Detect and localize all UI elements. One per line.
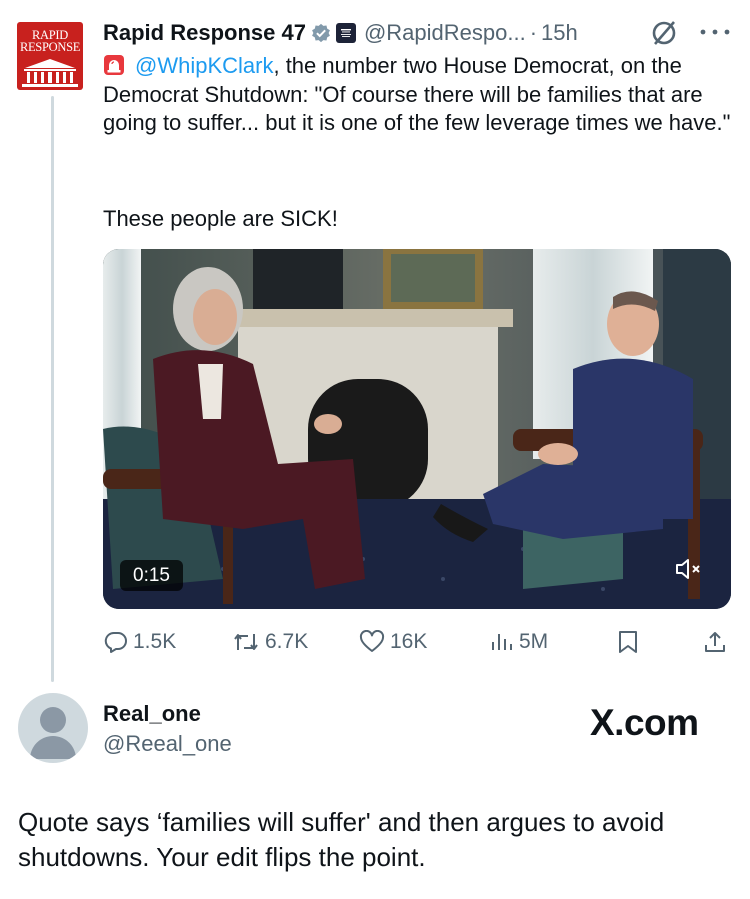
reply-handle[interactable]: @Reeal_one xyxy=(103,730,232,758)
video-player[interactable] xyxy=(103,249,731,609)
separator-dot: · xyxy=(529,20,538,45)
white-house-logo-icon xyxy=(22,59,78,87)
siren-icon xyxy=(104,55,124,75)
handle[interactable]: @RapidRespo... xyxy=(364,20,526,46)
video-frame-image xyxy=(103,249,731,609)
rapid-response-avatar[interactable]: RAPID RESPONSE xyxy=(17,22,83,90)
mute-button[interactable] xyxy=(667,551,711,587)
reply-display-name[interactable]: Real_one xyxy=(103,700,201,728)
reply-icon xyxy=(104,631,127,653)
avatar-logo-text-2: RESPONSE xyxy=(19,40,81,54)
like-icon xyxy=(359,630,385,652)
repost-count: 6.7K xyxy=(265,630,309,653)
default-avatar[interactable] xyxy=(18,693,88,763)
bookmark-button[interactable] xyxy=(617,622,644,662)
like-button[interactable]: 16K xyxy=(359,622,427,662)
views-count: 5M xyxy=(519,630,549,653)
share-icon xyxy=(705,632,725,652)
repost-icon xyxy=(234,634,258,650)
display-name[interactable]: Rapid Response 47 xyxy=(103,20,306,46)
user-silhouette-icon xyxy=(30,707,76,759)
white-house-badge-icon[interactable] xyxy=(335,23,356,43)
grok-icon[interactable] xyxy=(649,18,679,48)
verified-badge-icon[interactable] xyxy=(311,23,331,43)
repost-button[interactable]: 6.7K xyxy=(232,622,308,662)
tweet-header: Rapid Response 47 @RapidRespo... · 15h xyxy=(103,16,578,50)
mention-link[interactable]: @WhipKClark xyxy=(135,53,273,78)
like-count: 16K xyxy=(390,630,428,653)
bookmark-icon xyxy=(619,631,637,653)
tweet-body: @WhipKClark, the number two House Democr… xyxy=(103,52,733,138)
reply-button[interactable]: 1.5K xyxy=(104,622,176,662)
mute-icon xyxy=(676,559,700,579)
timestamp[interactable]: 15h xyxy=(541,20,578,46)
x-com-watermark: X.com xyxy=(590,702,699,743)
share-button[interactable] xyxy=(703,622,732,662)
views-icon xyxy=(492,634,512,650)
reply-count: 1.5K xyxy=(133,630,177,653)
tweet-text-line2: These people are SICK! xyxy=(103,206,338,231)
thread-line xyxy=(51,96,54,682)
views-button[interactable]: 5M xyxy=(490,622,548,662)
more-icon[interactable] xyxy=(698,26,732,38)
video-duration: 0:15 xyxy=(120,560,183,591)
reply-text: Quote says ‘families will suffer' and th… xyxy=(18,807,665,872)
